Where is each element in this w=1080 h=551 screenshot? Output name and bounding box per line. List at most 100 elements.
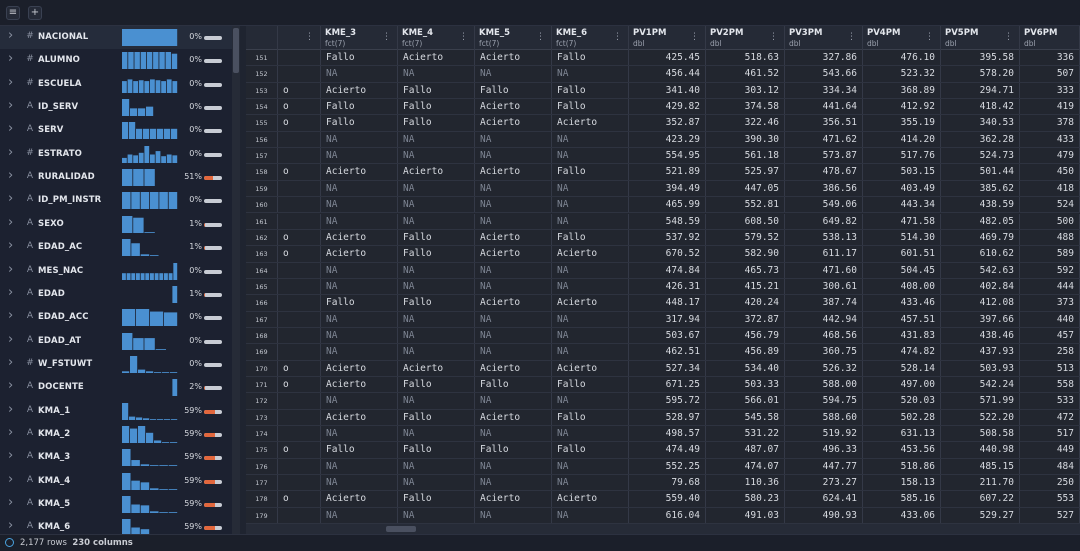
table-cell[interactable]: NA (552, 327, 629, 344)
table-cell[interactable]: NA (552, 262, 629, 278)
table-cell[interactable]: 442.94 (785, 311, 863, 327)
table-cell[interactable]: NA (475, 278, 552, 295)
column-menu-icon[interactable]: ⋮ (847, 32, 856, 42)
table-cell[interactable]: 340.53 (941, 115, 1020, 131)
table-cell[interactable]: NA (475, 197, 552, 213)
table-cell[interactable]: 588.00 (785, 377, 863, 393)
table-cell[interactable]: NA (321, 426, 398, 442)
table-cell[interactable]: Acierto (321, 164, 398, 180)
table-cell[interactable]: NA (552, 344, 629, 360)
table-row[interactable]: 162 o Acierto Fallo Acierto Fallo 537.92 579.52… (246, 229, 1080, 247)
table-cell[interactable]: 542.24 (941, 377, 1020, 393)
chevron-right-icon[interactable]: › (8, 98, 13, 113)
table-cell[interactable]: 616.04 (629, 507, 706, 524)
table-cell[interactable]: Fallo (552, 50, 629, 66)
table-cell[interactable]: 552.81 (706, 197, 785, 213)
table-cell[interactable]: NA (552, 148, 629, 164)
summary-row-edad[interactable]: › A EDAD 1% (0, 283, 232, 306)
table-cell[interactable]: NA (321, 393, 398, 409)
summary-row-kma_3[interactable]: › A KMA_3 59% (0, 446, 232, 469)
table-cell[interactable]: NA (552, 426, 629, 442)
table-cell[interactable]: o (278, 360, 321, 376)
table-cell[interactable]: 415.21 (706, 278, 785, 295)
table-cell[interactable]: Acierto (475, 491, 552, 507)
table-cell[interactable]: 373 (1020, 295, 1080, 311)
table-cell[interactable]: 465.73 (706, 262, 785, 278)
table-cell[interactable]: Acierto (398, 50, 475, 66)
table-cell[interactable]: Fallo (552, 164, 629, 180)
table-cell[interactable]: Acierto (475, 50, 552, 66)
table-cell[interactable]: 336 (1020, 50, 1080, 66)
table-cell[interactable]: 485.15 (941, 458, 1020, 475)
table-cell[interactable]: NA (475, 131, 552, 148)
table-cell[interactable] (278, 148, 321, 164)
table-cell[interactable]: 671.25 (629, 377, 706, 393)
table-cell[interactable]: 513 (1020, 360, 1080, 376)
table-cell[interactable]: NA (321, 458, 398, 475)
table-cell[interactable]: 521.89 (629, 164, 706, 180)
table-cell[interactable]: Fallo (398, 442, 475, 458)
table-row[interactable]: 160 NA NA NA NA 465.99 552.81 549.06 443.34 438.5… (246, 197, 1080, 214)
table-cell[interactable]: Fallo (398, 82, 475, 99)
summary-row-sexo[interactable]: › A SEXO 1% (0, 213, 232, 236)
chevron-right-icon[interactable]: › (8, 191, 13, 206)
table-cell[interactable]: 537.92 (629, 229, 706, 246)
table-cell[interactable]: 478.67 (785, 164, 863, 180)
table-cell[interactable]: 438.46 (941, 327, 1020, 344)
table-cell[interactable]: Fallo (552, 99, 629, 115)
table-cell[interactable]: NA (475, 262, 552, 278)
table-cell[interactable]: 524.73 (941, 148, 1020, 164)
table-row[interactable]: 166 Fallo Fallo Acierto Acierto 448.17 420.24 3… (246, 295, 1080, 312)
table-cell[interactable]: NA (398, 507, 475, 524)
table-cell[interactable]: 418 (1020, 180, 1080, 197)
table-cell[interactable]: 453.56 (863, 442, 941, 458)
table-cell[interactable]: 595.72 (629, 393, 706, 409)
table-cell[interactable]: NA (475, 327, 552, 344)
table-cell[interactable]: o (278, 377, 321, 393)
table-cell[interactable] (278, 507, 321, 524)
table-cell[interactable]: 471.58 (863, 213, 941, 229)
table-cell[interactable]: Fallo (552, 229, 629, 246)
summary-row-kma_2[interactable]: › A KMA_2 59% (0, 423, 232, 446)
table-cell[interactable]: 457 (1020, 327, 1080, 344)
summary-row-w_fstuwt[interactable]: › # W_FSTUWT 0% (0, 353, 232, 376)
table-cell[interactable]: o (278, 164, 321, 180)
table-cell[interactable]: Acierto (475, 115, 552, 131)
table-cell[interactable]: o (278, 491, 321, 507)
table-cell[interactable]: 303.12 (706, 82, 785, 99)
summary-row-alumno[interactable]: › # ALUMNO 0% (0, 49, 232, 72)
table-cell[interactable]: NA (398, 458, 475, 475)
table-cell[interactable]: 484 (1020, 458, 1080, 475)
table-cell[interactable]: NA (552, 66, 629, 82)
table-cell[interactable]: o (278, 229, 321, 246)
table-cell[interactable]: o (278, 99, 321, 115)
table-cell[interactable]: 443.34 (863, 197, 941, 213)
table-cell[interactable]: 503.33 (706, 377, 785, 393)
table-cell[interactable] (278, 458, 321, 475)
table-row[interactable]: 175 o Fallo Fallo Fallo Fallo 474.49 487.07 496.… (246, 442, 1080, 459)
table-row[interactable]: 155 o Fallo Fallo Acierto Acierto 352.87 322.46… (246, 115, 1080, 132)
column-menu-icon[interactable]: ⋮ (613, 32, 622, 42)
table-cell[interactable]: 372.87 (706, 311, 785, 327)
table-cell[interactable]: 523.32 (863, 66, 941, 82)
table-cell[interactable]: NA (398, 393, 475, 409)
table-cell[interactable]: 624.41 (785, 491, 863, 507)
table-cell[interactable]: Fallo (552, 409, 629, 426)
table-cell[interactable]: 317.94 (629, 311, 706, 327)
table-cell[interactable]: 507 (1020, 66, 1080, 82)
table-cell[interactable]: NA (398, 311, 475, 327)
table-cell[interactable]: 514.30 (863, 229, 941, 246)
table-cell[interactable]: NA (552, 213, 629, 229)
table-cell[interactable]: 456.89 (706, 344, 785, 360)
column-menu-icon[interactable]: ⋮ (690, 32, 699, 42)
table-row[interactable]: 156 NA NA NA NA 423.29 390.30 471.62 414.20 362.2… (246, 131, 1080, 149)
summary-row-edad_acc[interactable]: › A EDAD_ACC 0% (0, 306, 232, 329)
chevron-right-icon[interactable]: › (8, 378, 13, 393)
table-cell[interactable]: Fallo (398, 229, 475, 246)
table-cell[interactable]: NA (475, 393, 552, 409)
table-cell[interactable]: Acierto (552, 295, 629, 311)
table-cell[interactable]: 386.56 (785, 180, 863, 197)
table-cell[interactable]: Acierto (321, 409, 398, 426)
chevron-right-icon[interactable]: › (8, 425, 13, 440)
table-cell[interactable]: 631.13 (863, 426, 941, 442)
